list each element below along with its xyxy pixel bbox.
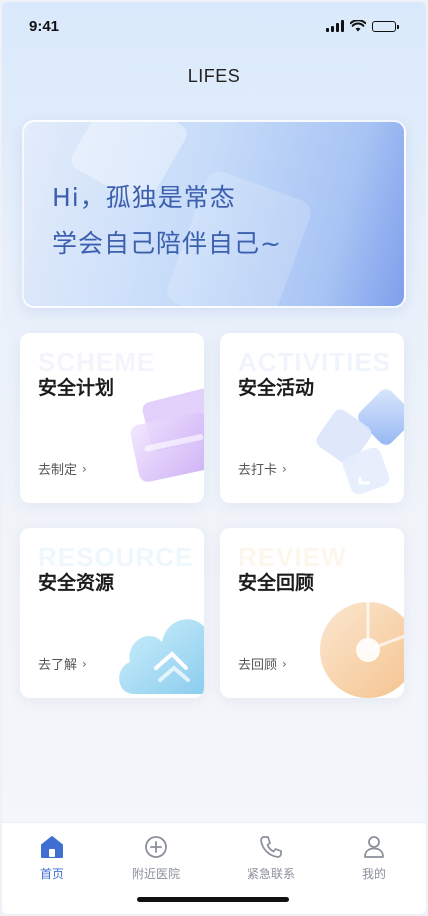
home-icon <box>41 836 63 858</box>
tab-nearby-hospitals[interactable]: 附近医院 <box>116 833 196 882</box>
card-illustration-icon <box>130 388 204 482</box>
card-illustration-icon <box>320 602 404 698</box>
card-title: 安全资源 <box>38 572 115 594</box>
card-link-check-in[interactable]: 去打卡 › <box>238 459 287 479</box>
card-illustration-icon <box>119 619 204 694</box>
phone-icon <box>260 836 282 858</box>
card-title: 安全计划 <box>38 377 115 399</box>
tab-label: 附近医院 <box>131 867 180 881</box>
status-time: 9:41 <box>29 18 60 35</box>
tab-label: 首页 <box>39 867 64 881</box>
card-link-label: 去制定 <box>38 463 78 478</box>
chevron-right-icon: › <box>282 656 287 671</box>
card-link-label: 去回顾 <box>238 658 278 673</box>
card-title: 安全活动 <box>238 377 315 399</box>
plus-circle-icon <box>145 836 167 858</box>
card-link-review[interactable]: 去回顾 › <box>238 654 287 674</box>
wifi-icon <box>350 20 366 32</box>
tab-label: 我的 <box>361 867 386 881</box>
card-link-label: 去了解 <box>38 658 78 673</box>
status-icons <box>326 20 399 32</box>
cellular-signal-icon <box>326 20 344 32</box>
tab-profile[interactable]: 我的 <box>334 833 414 882</box>
tab-home[interactable]: 首页 <box>12 833 92 882</box>
card-safety-plan[interactable]: SCHEME 安全计划 去制定 › <box>20 333 204 503</box>
chevron-right-icon: › <box>82 656 87 671</box>
battery-icon <box>372 20 399 32</box>
card-title: 安全回顾 <box>238 572 315 594</box>
tab-emergency-contact[interactable]: 紧急联系 <box>231 833 311 882</box>
phone-screen: 9:41 LIFES Hi，孤独是常态 学会自己陪伴自己~ SCHEME 安全计… <box>2 2 426 914</box>
banner-message: 学会自己陪伴自己~ <box>52 229 282 258</box>
tab-label: 紧急联系 <box>246 867 295 881</box>
chevron-right-icon: › <box>82 461 87 476</box>
banner-greeting: Hi，孤独是常态 <box>52 183 236 212</box>
card-safety-activities[interactable]: ACTIVITIES 安全活动 去打卡 › <box>220 333 404 503</box>
home-indicator[interactable] <box>137 897 289 902</box>
user-icon <box>364 836 384 858</box>
card-safety-resources[interactable]: RESOURCE 安全资源 去了解 › <box>20 528 204 698</box>
welcome-banner: Hi，孤独是常态 学会自己陪伴自己~ <box>22 120 406 308</box>
card-link-label: 去打卡 <box>238 463 278 478</box>
card-illustration-icon <box>316 389 404 495</box>
card-link-make-plan[interactable]: 去制定 › <box>38 459 87 479</box>
status-bar: 9:41 <box>2 2 426 52</box>
card-link-learn-more[interactable]: 去了解 › <box>38 654 87 674</box>
chevron-right-icon: › <box>282 461 287 476</box>
card-safety-review[interactable]: REVIEW 安全回顾 去回顾 › <box>220 528 404 698</box>
page-title: LIFES <box>187 66 241 86</box>
